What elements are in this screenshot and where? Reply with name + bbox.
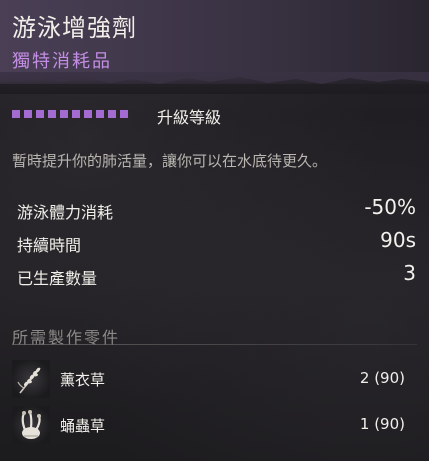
- upgrade-level-pip: [12, 110, 20, 118]
- upgrade-level-pip: [84, 110, 92, 118]
- item-description: 暫時提升你的肺活量，讓你可以在水底待更久。: [12, 152, 328, 170]
- stat-label: 已生產數量: [17, 269, 98, 288]
- lavender-icon: [12, 360, 50, 398]
- upgrade-level-label: 升級等級: [157, 108, 222, 127]
- upgrade-level-pip: [72, 110, 80, 118]
- item-name: 游泳增強劑: [12, 14, 137, 42]
- section-divider: [12, 344, 417, 345]
- stat-label: 游泳體力消耗: [17, 203, 114, 222]
- material-row-cordyceps: 蛹蟲草 1 (90): [12, 406, 417, 444]
- upgrade-level-pip: [48, 110, 56, 118]
- upgrade-level-pips: [12, 110, 128, 118]
- stats-list: 游泳體力消耗 -50% 持續時間 90s 已生產數量 3: [12, 195, 416, 294]
- item-tooltip: 游泳增強劑 獨特消耗品 升級等級 暫時提升你的肺活量，讓你可以在水底待更久。 游…: [0, 0, 429, 461]
- material-row-lavender: 薰衣草 2 (90): [12, 360, 417, 398]
- item-category: 獨特消耗品: [12, 51, 112, 72]
- stat-label: 持續時間: [17, 236, 82, 255]
- cordyceps-icon: [12, 406, 50, 444]
- upgrade-level-pip: [24, 110, 32, 118]
- material-name: 薰衣草: [60, 371, 106, 389]
- upgrade-level-pip: [36, 110, 44, 118]
- material-name: 蛹蟲草: [60, 417, 106, 435]
- stat-value: 3: [403, 261, 416, 285]
- material-count: 2 (90): [359, 369, 405, 387]
- torn-edge-graphic: [0, 72, 429, 84]
- upgrade-level-pip: [120, 110, 128, 118]
- header-torn-edge: [0, 72, 429, 94]
- upgrade-level-pip: [96, 110, 104, 118]
- material-count: 1 (90): [359, 415, 405, 433]
- upgrade-level-pip: [60, 110, 68, 118]
- stat-row-stamina: 游泳體力消耗 -50%: [12, 195, 416, 228]
- stat-row-duration: 持續時間 90s: [12, 228, 416, 261]
- upgrade-level-pip: [108, 110, 116, 118]
- stat-row-produced: 已生產數量 3: [12, 261, 416, 294]
- stat-value: 90s: [380, 228, 416, 252]
- stat-value: -50%: [364, 195, 416, 219]
